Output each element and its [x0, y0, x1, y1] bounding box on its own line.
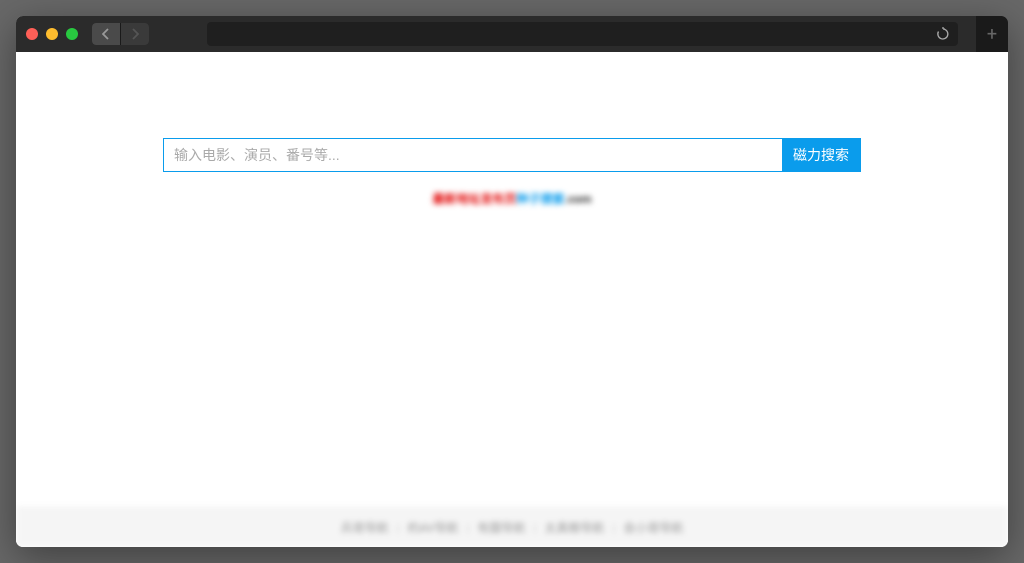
- search-input[interactable]: [164, 139, 782, 171]
- search-container: 磁力搜索: [163, 138, 861, 172]
- search-area: 磁力搜索: [16, 138, 1008, 172]
- window-close-button[interactable]: [26, 28, 38, 40]
- search-button[interactable]: 磁力搜索: [782, 139, 860, 171]
- nav-buttons: [92, 23, 149, 45]
- browser-window: + 磁力搜索 最新地址发布页种子搜索.com 兵哥导航 | 約AV导航 | 有圖…: [16, 16, 1008, 547]
- footer-separator: |: [612, 521, 615, 535]
- browser-toolbar: +: [16, 16, 1008, 52]
- footer-link[interactable]: 会小哥导航: [623, 519, 683, 536]
- footer: 兵哥导航 | 約AV导航 | 有圖导航 | 太真粮导航 | 会小哥导航: [16, 507, 1008, 547]
- reload-button[interactable]: [934, 25, 952, 43]
- url-bar[interactable]: [207, 22, 958, 46]
- new-tab-button[interactable]: +: [976, 16, 1008, 52]
- window-minimize-button[interactable]: [46, 28, 58, 40]
- notice-text-red: 最新地址发布页: [433, 192, 517, 206]
- footer-link[interactable]: 兵哥导航: [341, 519, 389, 536]
- footer-link[interactable]: 約AV导航: [408, 519, 459, 536]
- notice-text-black: .com: [565, 192, 592, 206]
- footer-separator: |: [397, 521, 400, 535]
- notice-line: 最新地址发布页种子搜索.com: [16, 190, 1008, 207]
- footer-link[interactable]: 有圖导航: [477, 519, 525, 536]
- footer-separator: |: [533, 521, 536, 535]
- nav-forward-button[interactable]: [121, 23, 149, 45]
- nav-back-button[interactable]: [92, 23, 120, 45]
- footer-link[interactable]: 太真粮导航: [544, 519, 604, 536]
- traffic-lights: [26, 28, 78, 40]
- notice-text-blue: 种子搜索: [517, 192, 565, 206]
- window-maximize-button[interactable]: [66, 28, 78, 40]
- page-content: 磁力搜索 最新地址发布页种子搜索.com 兵哥导航 | 約AV导航 | 有圖导航…: [16, 52, 1008, 547]
- footer-separator: |: [467, 521, 470, 535]
